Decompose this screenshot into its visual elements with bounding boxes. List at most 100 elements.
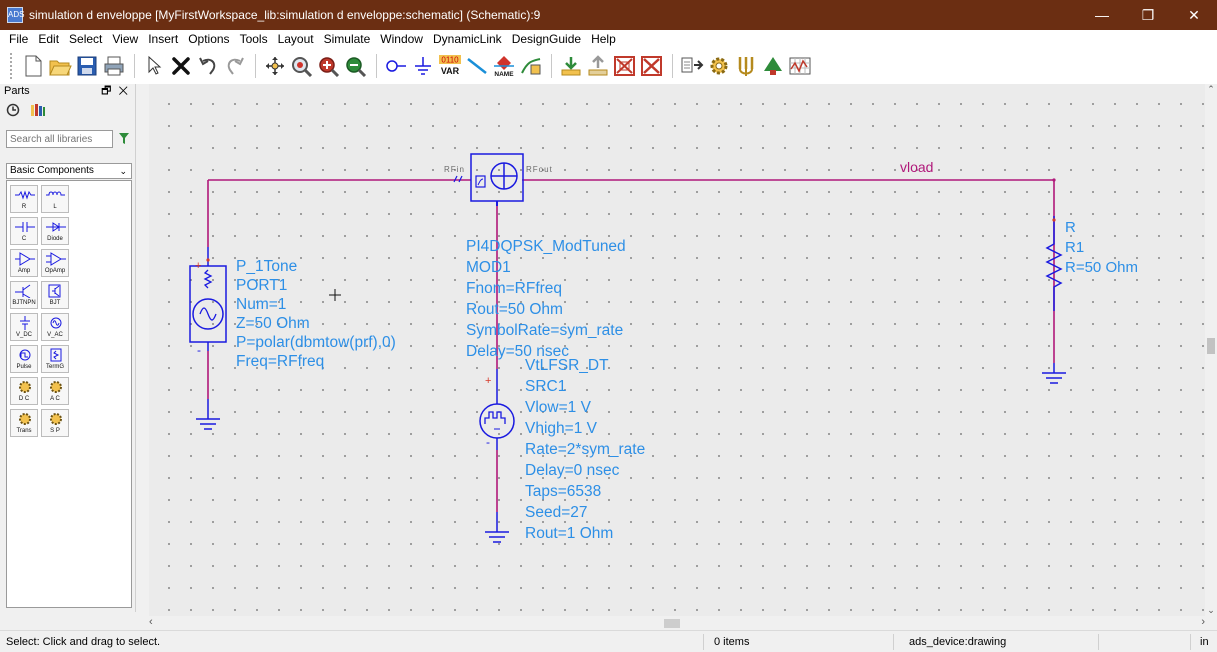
source-param-line[interactable]: Delay=0 nsec [525, 461, 619, 480]
new-document-icon[interactable] [20, 52, 46, 80]
palette-item-amplifier[interactable]: Amp [10, 249, 38, 277]
palette-item-trans-sim[interactable]: Trans [10, 409, 38, 437]
pop-out-hierarchy-icon[interactable] [585, 52, 611, 80]
open-folder-icon[interactable] [47, 52, 73, 80]
redo-icon[interactable] [222, 52, 248, 80]
modulator-param-line[interactable]: MOD1 [466, 258, 511, 277]
close-button[interactable]: ✕ [1171, 0, 1217, 30]
modulator-param-line[interactable]: Fnom=RFfreq [466, 279, 562, 298]
palette-item-bjt[interactable]: BJT [41, 281, 69, 309]
port-param-line[interactable]: Freq=RFfreq [236, 352, 324, 371]
minimize-button[interactable]: — [1079, 0, 1125, 30]
history-clock-icon[interactable] [6, 103, 20, 120]
data-display-icon[interactable] [787, 52, 813, 80]
palette-item-pulse[interactable]: Pulse [10, 345, 38, 373]
maximize-button[interactable]: ❐ [1125, 0, 1171, 30]
source-param-line[interactable]: VtLFSR_DT [525, 356, 609, 375]
menu-edit[interactable]: Edit [33, 30, 64, 48]
wire-label-icon[interactable] [518, 52, 544, 80]
lfsr-source-symbol[interactable]: + - [479, 369, 515, 450]
undo-icon[interactable] [195, 52, 221, 80]
menu-view[interactable]: View [107, 30, 143, 48]
palette-item-vdc[interactable]: V_DC [10, 313, 38, 341]
palette-item-inductor[interactable]: L [41, 185, 69, 213]
library-browser-icon[interactable] [30, 103, 46, 120]
palette-item-sp-sim[interactable]: S P [41, 409, 69, 437]
panel-float-close-controls[interactable]: 🗗 ✕ [101, 82, 130, 101]
ground-symbol[interactable] [485, 512, 509, 543]
source-param-line[interactable]: Rout=1 Ohm [525, 524, 613, 543]
resistor-param-line[interactable]: R1 [1065, 239, 1084, 257]
save-icon[interactable] [74, 52, 100, 80]
resistor-param-line[interactable]: R [1065, 219, 1076, 237]
simulation-setup-icon[interactable] [679, 52, 705, 80]
zoom-in-icon[interactable] [316, 52, 342, 80]
parts-search-input[interactable] [6, 130, 113, 148]
insert-ground-icon[interactable] [410, 52, 436, 80]
source-param-line[interactable]: Vlow=1 V [525, 398, 591, 417]
optimize-icon[interactable] [760, 52, 786, 80]
palette-item-capacitor[interactable]: C [10, 217, 38, 245]
print-icon[interactable] [101, 52, 127, 80]
vertical-scrollbar[interactable]: ⌃ ⌄ [1205, 84, 1217, 616]
zoom-out-icon[interactable] [343, 52, 369, 80]
port-source-symbol[interactable]: + - [189, 247, 227, 357]
port-param-line[interactable]: Num=1 [236, 295, 286, 314]
port-param-line[interactable]: P_1Tone [236, 257, 297, 276]
palette-item-diode[interactable]: Diode [41, 217, 69, 245]
scroll-up-arrow-icon[interactable]: ⌃ [1205, 84, 1217, 95]
filter-funnel-icon[interactable] [118, 132, 130, 148]
deactivate-icon[interactable] [612, 52, 638, 80]
palette-item-resistor[interactable]: R [10, 185, 38, 213]
menu-simulate[interactable]: Simulate [319, 30, 376, 48]
insert-var-icon[interactable]: 0110 VAR [437, 52, 463, 80]
menu-window[interactable]: Window [375, 30, 428, 48]
modulator-param-line[interactable]: SymbolRate=sym_rate [466, 321, 623, 340]
modulator-param-line[interactable]: PI4DQPSK_ModTuned [466, 237, 626, 256]
insert-wire-icon[interactable] [464, 52, 490, 80]
horizontal-scrollbar[interactable]: ‹ › [149, 616, 1205, 630]
wire-label-vload[interactable]: vload [900, 159, 933, 175]
menu-tools[interactable]: Tools [235, 30, 273, 48]
menu-options[interactable]: Options [183, 30, 234, 48]
resistor-param-line[interactable]: R=50 Ohm [1065, 259, 1138, 277]
source-param-line[interactable]: Vhigh=1 V [525, 419, 597, 438]
palette-item-ac-sim[interactable]: A C [41, 377, 69, 405]
port-param-line[interactable]: PORT1 [236, 276, 287, 295]
source-param-line[interactable]: SRC1 [525, 377, 566, 396]
delete-icon[interactable] [168, 52, 194, 80]
source-param-line[interactable]: Seed=27 [525, 503, 588, 522]
palette-item-vac[interactable]: V_AC [41, 313, 69, 341]
tuning-icon[interactable] [733, 52, 759, 80]
wire[interactable] [522, 179, 1055, 216]
vertical-scroll-thumb[interactable] [1207, 338, 1215, 354]
horizontal-scroll-thumb[interactable] [664, 619, 680, 628]
insert-port-icon[interactable] [383, 52, 409, 80]
source-param-line[interactable]: Taps=6538 [525, 482, 601, 501]
port-param-line[interactable]: P=polar(dbmtow(prf),0) [236, 333, 396, 352]
menu-layout[interactable]: Layout [273, 30, 319, 48]
zoom-area-icon[interactable] [289, 52, 315, 80]
scroll-down-arrow-icon[interactable]: ⌄ [1205, 605, 1217, 616]
menu-dynamiclink[interactable]: DynamicLink [428, 30, 507, 48]
scroll-right-arrow-icon[interactable]: › [1201, 616, 1205, 628]
port-param-line[interactable]: Z=50 Ohm [236, 314, 310, 333]
insert-name-icon[interactable]: NAME [491, 52, 517, 80]
source-param-line[interactable]: Rate=2*sym_rate [525, 440, 645, 459]
push-into-hierarchy-icon[interactable] [558, 52, 584, 80]
deactivate-short-icon[interactable] [639, 52, 665, 80]
menu-insert[interactable]: Insert [143, 30, 183, 48]
ground-symbol[interactable] [1042, 363, 1066, 384]
menu-select[interactable]: Select [64, 30, 107, 48]
select-arrow-icon[interactable] [141, 52, 167, 80]
menu-designguide[interactable]: DesignGuide [507, 30, 586, 48]
ground-symbol[interactable] [196, 399, 220, 430]
simulate-gear-icon[interactable] [706, 52, 732, 80]
scroll-left-arrow-icon[interactable]: ‹ [149, 616, 153, 628]
pan-icon[interactable] [262, 52, 288, 80]
palette-item-termg[interactable]: TermG [41, 345, 69, 373]
menu-file[interactable]: File [4, 30, 33, 48]
schematic-canvas[interactable]: + - + - RFin RFout vload P_1Tone PORT1 N… [149, 84, 1205, 616]
menu-help[interactable]: Help [586, 30, 621, 48]
palette-item-dc-sim[interactable]: D C [10, 377, 38, 405]
